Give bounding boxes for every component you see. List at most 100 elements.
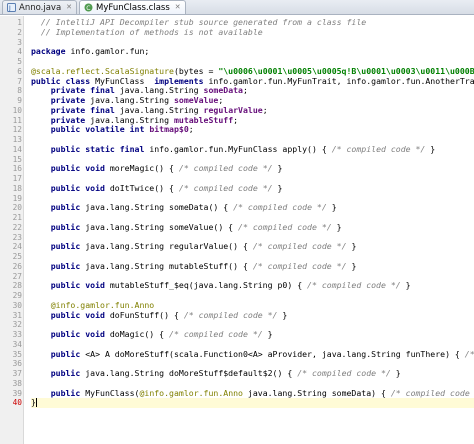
code-token: info.gamlor.fun.MyFunTrait, info.gamlor.… <box>208 75 474 86</box>
line-number: 29 <box>12 291 22 300</box>
line-number: 19 <box>12 193 22 203</box>
code-line[interactable]: public java.lang.String someValue() { /*… <box>31 221 474 233</box>
code-token: doItTwice() { <box>109 182 179 193</box>
tab-myfunclass-class[interactable]: C MyFunClass.class ✕ <box>79 0 186 14</box>
line-number: 11 <box>12 115 22 125</box>
code-token: } <box>272 182 283 193</box>
line-number: 35 <box>12 349 22 359</box>
line-number: 21 <box>12 213 22 222</box>
code-token: } <box>346 260 357 271</box>
line-number: 28 <box>12 281 22 291</box>
code-token: someValue <box>173 95 219 105</box>
code-token: MyFunClass <box>95 75 155 86</box>
svg-text:C: C <box>86 5 90 12</box>
code-line[interactable]: public void mutableStuff_$eq(java.lang.S… <box>31 280 474 291</box>
code-token: java.lang.String <box>119 85 204 96</box>
code-token: java.lang.String someData() { <box>85 202 234 213</box>
code-line[interactable]: public void doMagic() { /* compiled code… <box>31 329 474 340</box>
code-line[interactable]: public java.lang.String someData() { /* … <box>31 202 474 213</box>
line-number: 36 <box>12 359 22 369</box>
code-line[interactable]: public volatile int bitmap$0; <box>31 124 474 135</box>
code-token: someData <box>203 85 243 96</box>
code-token: private <box>50 114 91 125</box>
code-line[interactable]: public MyFunClass(@info.gamlor.fun.Anno … <box>31 387 474 399</box>
line-number: 24 <box>12 242 22 252</box>
code-line[interactable]: public void doItTwice() { /* compiled co… <box>31 182 474 194</box>
code-token: @info.gamlor.fun.Anno <box>139 387 243 398</box>
code-line[interactable]: } <box>31 397 474 408</box>
line-number: 34 <box>12 339 22 349</box>
code-token: public volatile int <box>50 124 150 135</box>
tab-anno-java[interactable]: J Anno.java ✕ <box>2 0 78 14</box>
line-number: 27 <box>12 271 22 281</box>
code-token: public <box>50 348 86 359</box>
code-token: public void <box>50 163 110 174</box>
editor-tab-bar: J Anno.java ✕ C MyFunClass.class ✕ <box>0 0 474 15</box>
java-file-icon: J <box>7 3 16 12</box>
code-token: /* compiled code */ <box>252 260 347 271</box>
line-number: 14 <box>12 144 22 154</box>
line-number: 10 <box>12 105 22 115</box>
code-token: bitmap$0 <box>149 124 189 135</box>
svg-text:J: J <box>8 5 11 12</box>
code-line[interactable]: public java.lang.String mutableStuff() {… <box>31 260 474 272</box>
line-number: 22 <box>12 222 22 232</box>
code-token: /* compiled code */ <box>390 387 470 398</box>
code-token: mutableStuff_$eq(java.lang.String p0) { <box>109 280 308 291</box>
tab-label: MyFunClass.class <box>96 2 170 13</box>
code-token: regularValue <box>203 104 263 115</box>
line-number: 31 <box>12 310 22 320</box>
code-line[interactable]: // Implementation of methods is not avai… <box>31 27 474 38</box>
line-number: 23 <box>12 232 22 242</box>
line-number: 32 <box>12 320 22 330</box>
code-token: java.lang.String <box>90 95 174 105</box>
code-token: /* compiled code */ <box>169 329 263 339</box>
code-token: doMagic() { <box>109 329 170 339</box>
code-area[interactable]: // IntelliJ API Decompiler stub source g… <box>31 16 474 444</box>
code-token: /* compiled code */ <box>183 309 278 320</box>
code-line[interactable]: public <A> A doMoreStuff(scala.Function0… <box>31 348 474 360</box>
code-token: package <box>31 46 71 57</box>
code-token: } <box>425 143 436 154</box>
code-line[interactable]: package info.gamlor.fun; <box>31 46 474 57</box>
code-token: doFunStuff() { <box>109 309 184 320</box>
line-number: 3 <box>17 37 22 47</box>
line-number: 8 <box>17 86 22 96</box>
code-token: // IntelliJ API Decompiler stub source g… <box>31 17 367 27</box>
line-number: 9 <box>17 96 22 105</box>
code-token: public <box>50 202 86 213</box>
close-icon[interactable]: ✕ <box>175 4 181 11</box>
line-number: 6 <box>17 66 22 76</box>
code-line[interactable]: public java.lang.String doMoreStuff$defa… <box>31 368 474 379</box>
line-number: 12 <box>12 125 22 135</box>
code-token: java.lang.String <box>119 104 204 115</box>
line-number: 16 <box>12 164 22 174</box>
code-line[interactable]: public void doFunStuff() { /* compiled c… <box>31 309 474 321</box>
code-token: ; <box>188 124 194 135</box>
line-number: 18 <box>12 183 22 193</box>
code-token: public static final <box>50 143 150 154</box>
code-line[interactable]: public java.lang.String regularValue() {… <box>31 241 474 252</box>
line-number: 39 <box>12 388 22 398</box>
line-number-gutter[interactable]: 1 2 3 4 5 6 7 8 9 10 11 12 13 14 15 16 17 18 19 20 21 22 23 24 2… <box>0 16 24 444</box>
code-editor[interactable]: 1 2 3 4 5 6 7 8 9 10 11 12 13 14 15 16 17 18 19 20 21 22 23 24 2… <box>0 16 474 444</box>
code-token: ; <box>242 85 248 96</box>
fold-strip[interactable] <box>24 16 30 444</box>
line-number: 33 <box>12 330 22 339</box>
code-line[interactable]: public void moreMagic() { /* compiled co… <box>31 163 474 174</box>
line-number: 37 <box>12 369 22 378</box>
code-token: public <box>50 221 86 232</box>
close-icon[interactable]: ✕ <box>66 4 72 11</box>
code-token: public <box>50 260 86 271</box>
code-line[interactable]: public static final info.gamlor.fun.MyFu… <box>31 143 474 155</box>
code-token: implements <box>154 75 209 86</box>
line-number: 26 <box>12 261 22 271</box>
code-token: public void <box>50 329 110 339</box>
